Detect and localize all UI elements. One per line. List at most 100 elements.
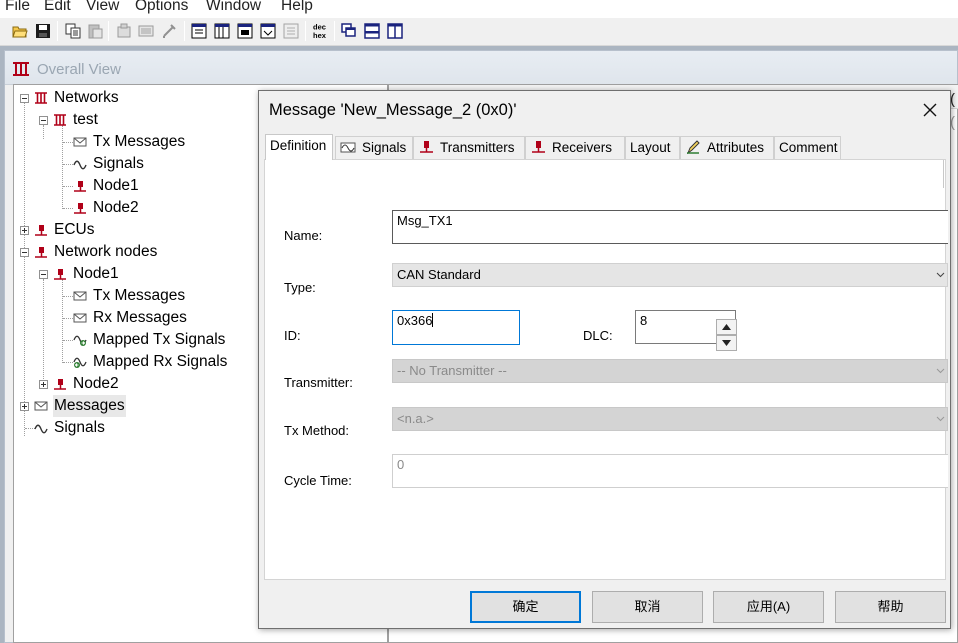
menu-edit[interactable]: Edit (44, 0, 71, 15)
tab-receivers[interactable]: Receivers (525, 136, 625, 159)
cycle-time-label: Cycle Time: (284, 473, 352, 488)
tree-item-label: Signals (54, 419, 105, 436)
view2-icon[interactable] (214, 23, 230, 39)
tree-item-label: Mapped Tx Signals (93, 331, 226, 348)
menu-view[interactable]: View (86, 0, 119, 15)
signal-icon (340, 142, 356, 153)
envelope-icon (73, 291, 87, 301)
menu-help[interactable]: Help (281, 0, 313, 15)
tab-label: Attributes (707, 140, 765, 155)
definition-panel: Name: Msg_TX1 Type: CAN Standard ID: 0x3… (264, 159, 948, 580)
tab-attributes[interactable]: Attributes (680, 136, 774, 159)
spin-up-button[interactable] (716, 319, 737, 335)
menu-window[interactable]: Window (206, 0, 261, 15)
save-icon[interactable] (35, 23, 51, 39)
envelope-icon (73, 313, 87, 323)
network-icon (54, 114, 66, 126)
collapse-icon[interactable] (39, 116, 48, 125)
panel-divider (943, 160, 944, 188)
type-select[interactable]: CAN Standard (392, 263, 948, 287)
tab-comment[interactable]: Comment (774, 136, 841, 159)
toolbar-separator (334, 21, 335, 41)
spin-down-button[interactable] (716, 335, 737, 351)
tree-item-label: Tx Messages (93, 287, 186, 304)
dec-hex-icon[interactable]: dec hex (311, 22, 329, 41)
tree-item-label: Signals (93, 155, 144, 172)
tab-label: Signals (362, 140, 407, 155)
paste-icon[interactable] (87, 23, 103, 39)
type-label: Type: (284, 280, 316, 295)
tools-icon[interactable] (161, 23, 177, 39)
envelope-icon (34, 401, 48, 411)
menu-bar: File Edit View Options Window Help (0, 0, 958, 18)
tab-label: Definition (270, 138, 327, 153)
name-label: Name: (284, 228, 323, 243)
tab-definition[interactable]: Definition (265, 134, 333, 160)
tree-item-label: ECUs (54, 221, 95, 238)
tree-item-label: Node2 (93, 199, 139, 216)
expand-icon[interactable] (39, 380, 48, 389)
tab-signals[interactable]: Signals (335, 136, 413, 159)
tx-method-select[interactable]: <n.a.> (392, 407, 948, 431)
ecu-icon (35, 225, 47, 236)
menu-file[interactable]: File (5, 0, 30, 15)
tree-item-label: Tx Messages (93, 133, 186, 150)
expand-icon[interactable] (20, 226, 29, 235)
tree-item-label: Node1 (93, 177, 139, 194)
tab-layout[interactable]: Layout (625, 136, 680, 159)
tx-method-label: Tx Method: (284, 423, 350, 438)
tree-item-label: test (73, 111, 98, 128)
dlc-spinner (716, 319, 737, 352)
toolbar-separator (305, 21, 306, 41)
copy-icon[interactable] (65, 23, 81, 39)
cycle-time-input[interactable]: 0 (392, 454, 948, 488)
tree-item-label: Node2 (73, 375, 119, 392)
ok-button[interactable]: 确定 (470, 591, 581, 623)
id-input[interactable]: 0x366 (392, 310, 520, 345)
mapped-tx-signal-icon (73, 335, 87, 346)
tile-vertical-icon[interactable] (387, 23, 403, 39)
cascade-icon[interactable] (341, 23, 357, 39)
close-icon[interactable] (919, 99, 941, 121)
chevron-down-icon (936, 416, 945, 422)
help-button[interactable]: 帮助 (835, 591, 946, 623)
arrow-down-icon (722, 340, 731, 346)
envelope-icon (73, 137, 87, 147)
network-icon (35, 92, 47, 104)
view5-icon[interactable] (283, 23, 299, 39)
menu-options[interactable]: Options (135, 0, 188, 15)
hex-label: hex (313, 31, 327, 40)
view4-icon[interactable] (260, 23, 276, 39)
chevron-down-icon (936, 368, 945, 374)
transmitter-select[interactable]: -- No Transmitter -- (392, 359, 948, 383)
node-icon (74, 181, 86, 192)
collapse-icon[interactable] (20, 94, 29, 103)
network-icon (13, 62, 29, 76)
view3-icon[interactable] (237, 23, 253, 39)
name-input[interactable]: Msg_TX1 (392, 210, 948, 244)
message-dialog: Message 'New_Message_2 (0x0)' Definition… (258, 90, 951, 629)
node-icon (420, 141, 433, 153)
dialog-title: Message 'New_Message_2 (0x0)' (269, 101, 517, 119)
list-icon[interactable] (138, 23, 154, 39)
toolbar-separator (57, 21, 58, 41)
tree-item-label: Rx Messages (93, 309, 187, 326)
open-icon[interactable] (12, 23, 28, 39)
id-input-value: 0x366 (397, 313, 433, 328)
tree-item-label: Networks (54, 89, 119, 106)
tab-label: Comment (779, 140, 838, 155)
expand-icon[interactable] (20, 402, 29, 411)
apply-button[interactable]: 应用(A) (713, 591, 824, 623)
toolbar: dec hex (0, 18, 958, 46)
node-icon (54, 379, 66, 390)
collapse-icon[interactable] (20, 248, 29, 257)
tab-transmitters[interactable]: Transmitters (413, 136, 525, 159)
signal-icon (34, 424, 48, 434)
tab-label: Receivers (552, 140, 613, 155)
properties-icon[interactable] (116, 23, 132, 39)
collapse-icon[interactable] (39, 270, 48, 279)
tile-horizontal-icon[interactable] (364, 23, 380, 39)
node-icon (74, 203, 86, 214)
cancel-button[interactable]: 取消 (592, 591, 703, 623)
view1-icon[interactable] (191, 23, 207, 39)
